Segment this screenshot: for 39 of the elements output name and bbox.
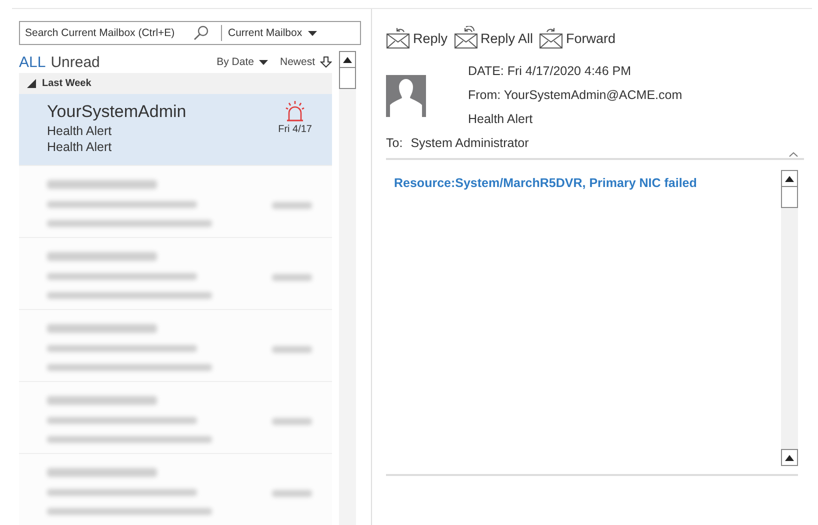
subject-text: Health Alert — [47, 123, 113, 139]
envelope-icon — [539, 26, 564, 50]
message-body-text: Resource:System/MarchR5DVR, Primary NIC failed — [393, 175, 698, 192]
mailbox-scope-dropdown[interactable]: Current Mailbox — [228, 27, 318, 39]
filter-tab[interactable]: Unread — [50, 54, 100, 71]
up-arrow-icon[interactable] — [785, 454, 794, 460]
date-text: Fri 4/17 — [278, 124, 312, 135]
envelope-icon — [454, 26, 478, 50]
sender-text: From: YourSystemAdmin@ACME.com — [468, 87, 682, 104]
siren-icon — [285, 100, 306, 122]
reply-all-button[interactable]: Reply All — [454, 26, 534, 50]
up-arrow-icon[interactable] — [785, 176, 794, 182]
expand-triangle-icon — [27, 79, 36, 88]
date-text: DATE: Fri 4/17/2020 4:46 PM — [468, 63, 632, 80]
scroll-thumb[interactable] — [781, 187, 798, 208]
subject-text: Health Alert — [468, 111, 534, 128]
up-arrow-icon[interactable] — [343, 56, 352, 62]
search-icon — [193, 25, 209, 41]
envelope-icon — [386, 26, 410, 50]
to-label: To: — [386, 136, 403, 150]
scrollbar[interactable] — [339, 51, 356, 525]
preview-text: Health Alert — [47, 139, 113, 155]
caret-icon — [258, 60, 268, 65]
collapse-chevron-icon[interactable] — [789, 152, 798, 156]
avatar-silhouette — [386, 75, 426, 117]
sort-by-dropdown[interactable]: By Date — [216, 56, 268, 68]
scroll-thumb[interactable] — [339, 68, 356, 89]
caret-icon — [308, 30, 318, 36]
recipient-text: System Administrator — [410, 136, 529, 150]
group-header[interactable]: Last Week — [19, 73, 332, 94]
forward-button[interactable]: Forward — [539, 26, 616, 50]
scrollbar[interactable] — [781, 170, 798, 466]
search-field[interactable]: Search Current Mailbox (Ctrl+E) Current Mailbox — [19, 21, 361, 45]
sort-order-button[interactable]: Newest — [280, 56, 332, 68]
message-row[interactable]: YourSystemAdmin Health Alert Health Alert Fri 4/17 — [19, 94, 332, 166]
down-arrow-icon — [320, 56, 332, 68]
filter-tab[interactable]: ALL — [19, 54, 46, 71]
reply-button[interactable]: Reply — [386, 26, 448, 50]
sender-name: YourSystemAdmin — [47, 101, 188, 123]
